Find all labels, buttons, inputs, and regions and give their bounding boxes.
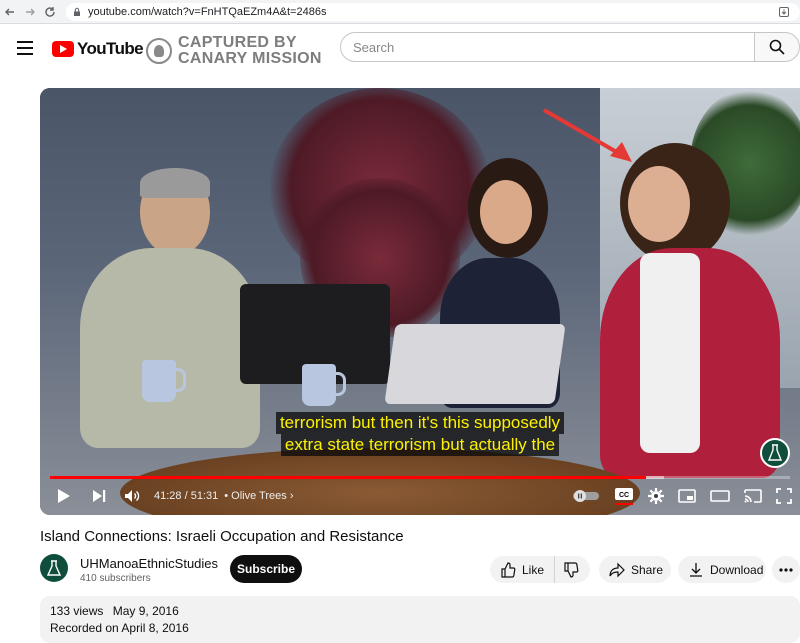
canary-mission-watermark: CAPTURED BY CANARY MISSION <box>146 35 322 67</box>
canary-line-1: CAPTURED BY <box>178 34 297 51</box>
share-button[interactable]: Share <box>599 556 671 583</box>
search-icon <box>769 39 785 55</box>
download-icon <box>690 562 702 577</box>
save-page-icon[interactable] <box>776 4 792 20</box>
player-controls: 41:28 / 51:31 • Olive Trees › CC <box>40 484 800 508</box>
address-bar[interactable]: youtube.com/watch?v=FnHTQaEZm4A&t=2486s <box>66 2 800 21</box>
closed-captions-icon: CC <box>615 488 633 500</box>
like-button[interactable]: Like <box>490 556 556 583</box>
video-scene-laptop-right <box>384 324 566 404</box>
like-label: Like <box>522 562 545 577</box>
chevron-right-icon: › <box>289 490 294 502</box>
upload-date: May 9, 2016 <box>112 604 179 618</box>
thumbs-down-icon <box>564 561 579 578</box>
autoplay-toggle[interactable] <box>572 484 600 508</box>
chapter-title[interactable]: • Olive Trees › <box>224 490 293 502</box>
video-scene-mug <box>302 364 346 406</box>
channel-avatar[interactable] <box>40 554 68 582</box>
search-button[interactable] <box>754 32 800 62</box>
subscribe-button[interactable]: Subscribe <box>230 555 302 583</box>
thumbs-up-icon <box>501 561 516 578</box>
description-text: Recorded on April 8, 2016 <box>50 621 189 635</box>
next-button[interactable] <box>82 484 116 508</box>
canary-watermark-text: CAPTURED BY CANARY MISSION <box>178 35 322 67</box>
cast-button[interactable] <box>744 484 762 508</box>
video-scene-mug <box>142 360 186 402</box>
miniplayer-button[interactable] <box>678 484 696 508</box>
dislike-button[interactable] <box>555 556 587 583</box>
gear-icon <box>648 488 664 504</box>
settings-button[interactable] <box>648 484 664 508</box>
captions-active-indicator <box>615 503 633 505</box>
fullscreen-icon <box>776 488 792 504</box>
more-horizontal-icon <box>779 567 793 572</box>
play-button[interactable] <box>46 484 82 508</box>
description-meta: 133 views May 9, 2016 <box>50 604 790 618</box>
browser-toolbar: youtube.com/watch?v=FnHTQaEZm4A&t=2486s <box>0 0 800 24</box>
played-bar <box>50 476 646 479</box>
more-actions-button[interactable] <box>772 556 800 583</box>
hamburger-menu-icon[interactable] <box>17 41 33 55</box>
channel-name[interactable]: UHManoaEthnicStudies <box>80 556 218 571</box>
miniplayer-icon <box>678 489 696 503</box>
video-title: Island Connections: Israeli Occupation a… <box>40 528 404 545</box>
canary-line-2: CANARY MISSION <box>178 50 322 67</box>
view-count: 133 views <box>50 604 104 618</box>
fullscreen-button[interactable] <box>776 484 792 508</box>
video-player[interactable]: terrorism but then it's this supposedly … <box>40 88 800 515</box>
flask-logo-icon <box>47 560 61 576</box>
channel-watermark-icon[interactable] <box>760 438 790 468</box>
time-display: 41:28 / 51:31 <box>154 490 219 502</box>
theater-mode-button[interactable] <box>710 484 730 508</box>
search-input[interactable] <box>340 32 754 62</box>
mute-button[interactable] <box>116 484 148 508</box>
chapter-label: • Olive Trees <box>224 490 287 502</box>
player-controls-right: CC <box>572 484 792 508</box>
share-arrow-icon <box>609 562 625 577</box>
skip-next-icon <box>93 490 106 502</box>
subscriber-count: 410 subscribers <box>80 573 151 584</box>
cast-icon <box>744 489 762 503</box>
red-arrow-annotation <box>542 108 632 162</box>
progress-bar[interactable] <box>50 476 790 479</box>
autoplay-toggle-icon <box>573 490 599 502</box>
volume-icon <box>125 490 140 502</box>
youtube-play-icon <box>52 41 74 57</box>
play-icon <box>58 489 70 503</box>
site-info-icon[interactable] <box>72 7 82 17</box>
like-dislike-group: Like <box>490 556 590 583</box>
description-box[interactable]: 133 views May 9, 2016 Recorded on April … <box>40 596 800 643</box>
download-button[interactable]: Download <box>678 556 766 583</box>
download-label: Download <box>710 562 764 577</box>
back-arrow-icon[interactable] <box>0 2 20 22</box>
canary-seal-icon <box>146 38 172 64</box>
share-label: Share <box>631 562 664 577</box>
search-bar <box>340 32 800 62</box>
youtube-logo-text: YouTube <box>77 39 144 58</box>
subtitles-button[interactable]: CC <box>614 484 634 508</box>
youtube-logo[interactable]: YouTube <box>52 39 144 59</box>
forward-arrow-icon[interactable] <box>20 2 40 22</box>
masthead: YouTube CAPTURED BY CANARY MISSION <box>0 24 800 74</box>
theater-mode-icon <box>710 490 730 502</box>
reload-icon[interactable] <box>40 2 60 22</box>
svg-text:CC: CC <box>619 492 629 499</box>
url-text: youtube.com/watch?v=FnHTQaEZm4A&t=2486s <box>88 5 327 18</box>
